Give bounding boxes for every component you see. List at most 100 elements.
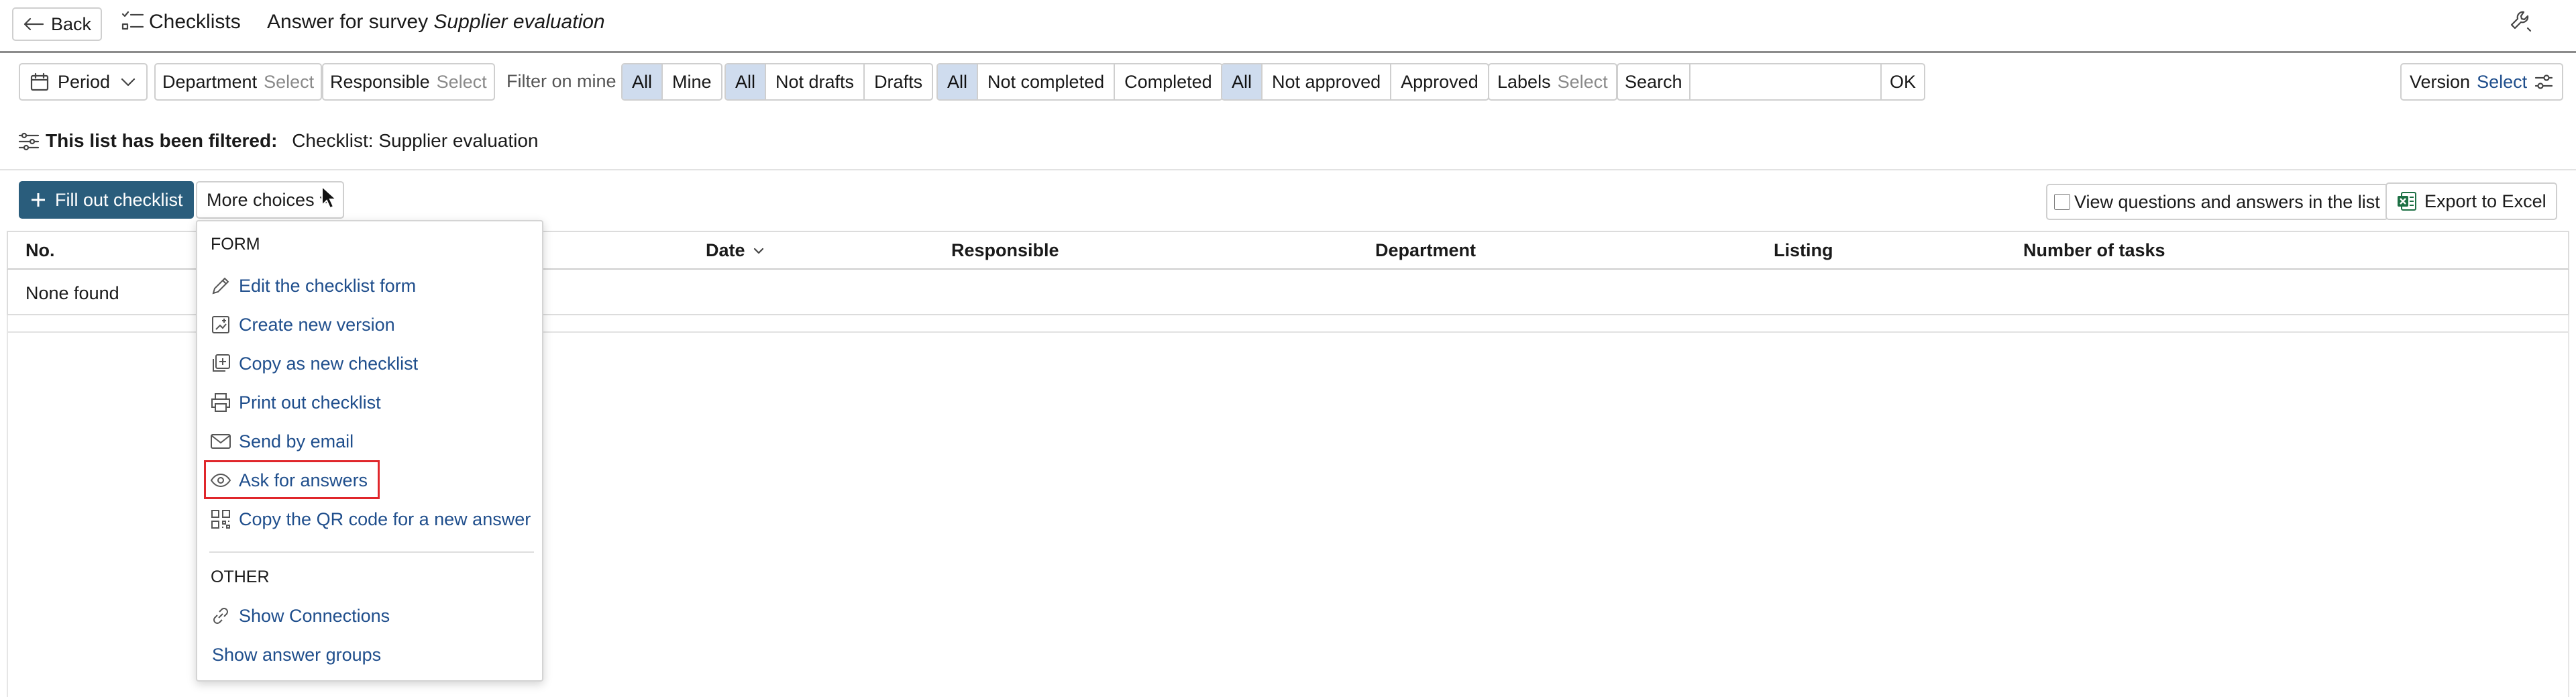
back-button[interactable]: Back (12, 7, 103, 41)
menu-item-send-email[interactable]: Send by email (209, 427, 354, 456)
approved-option[interactable]: Approved (1390, 64, 1488, 99)
search-input[interactable] (1690, 64, 1880, 99)
highlight-box (204, 460, 380, 499)
completed-all-option[interactable]: All (938, 64, 977, 99)
page-title-prefix: Answer for survey (267, 11, 429, 33)
menu-other-header: OTHER (211, 568, 270, 586)
menu-item-show-answer-groups[interactable]: Show answer groups (212, 640, 381, 669)
view-qa-checkbox[interactable] (2054, 194, 2070, 210)
filter-sliders-icon (18, 132, 40, 151)
column-header-department[interactable]: Department (1375, 240, 1476, 261)
mine-filter-group: All Mine (621, 63, 722, 101)
menu-item-label: Edit the checklist form (239, 275, 417, 296)
search-label: Search (1618, 64, 1690, 99)
filter-notice: This list has been filtered: Checklist: … (46, 130, 539, 152)
chevron-down-icon (121, 78, 136, 87)
responsible-label: Responsible (330, 71, 430, 92)
department-label: Department (162, 71, 258, 92)
completed-option[interactable]: Completed (1114, 64, 1222, 99)
new-version-icon (212, 316, 229, 333)
drafts-option[interactable]: Drafts (863, 64, 932, 99)
completed-filter-group: All Not completed Completed (936, 63, 1223, 101)
column-header-number-of-tasks[interactable]: Number of tasks (2023, 240, 2165, 261)
column-header-date-label: Date (706, 240, 745, 260)
page-left-border (7, 315, 8, 697)
menu-item-create-version[interactable]: Create new version (209, 310, 395, 339)
export-label: Export to Excel (2424, 191, 2546, 211)
period-dropdown[interactable]: Period (19, 63, 148, 101)
department-value: Select (264, 71, 315, 92)
mine-option[interactable]: Mine (661, 64, 721, 99)
plus-icon (32, 193, 45, 207)
module-label[interactable]: Checklists (149, 11, 241, 34)
copy-icon (213, 354, 230, 372)
search-ok-button[interactable]: OK (1880, 64, 1924, 99)
search-group: Search OK (1617, 63, 1925, 101)
menu-divider (209, 551, 534, 553)
column-header-date[interactable]: Date (706, 240, 765, 261)
empty-text: None found (25, 283, 119, 303)
menu-item-edit-form[interactable]: Edit the checklist form (209, 271, 416, 301)
notice-divider (0, 169, 2576, 170)
menu-item-label: Send by email (239, 431, 354, 451)
menu-item-label: Copy as new checklist (239, 353, 419, 374)
not-completed-option[interactable]: Not completed (977, 64, 1114, 99)
view-qa-toggle[interactable]: View questions and answers in the list (2046, 184, 2388, 220)
arrow-left-icon (23, 17, 44, 31)
menu-item-copy-checklist[interactable]: Copy as new checklist (209, 349, 418, 378)
version-label: Version (2410, 71, 2471, 92)
menu-item-label: Show answer groups (212, 644, 382, 665)
column-header-no[interactable]: No. (25, 240, 55, 261)
fill-out-label: Fill out checklist (55, 189, 183, 210)
mine-all-option[interactable]: All (623, 64, 662, 99)
department-filter[interactable]: Department Select (154, 63, 323, 101)
more-choices-label: More choices (207, 189, 315, 210)
version-filter[interactable]: Version Select (2400, 63, 2564, 101)
column-header-responsible[interactable]: Responsible (951, 240, 1059, 261)
menu-item-label: Copy the QR code for a new answer (239, 508, 531, 529)
export-excel-button[interactable]: Export to Excel (2385, 182, 2557, 220)
filter-on-mine-label: Filter on mine (506, 71, 616, 91)
responsible-value: Select (436, 71, 487, 92)
menu-item-label: Print out checklist (239, 392, 381, 413)
qr-code-icon (211, 510, 230, 529)
responsible-filter[interactable]: Responsible Select (322, 63, 495, 101)
excel-icon (2398, 192, 2416, 211)
menu-item-copy-qr-code[interactable]: Copy the QR code for a new answer (209, 504, 531, 534)
column-header-listing[interactable]: Listing (1774, 240, 1833, 261)
approved-filter-group: All Not approved Approved (1221, 63, 1489, 101)
drafts-all-option[interactable]: All (726, 64, 765, 99)
calendar-icon (30, 72, 49, 91)
back-label: Back (51, 13, 92, 34)
link-icon (213, 608, 228, 624)
menu-item-print[interactable]: Print out checklist (209, 388, 381, 417)
version-value: Select (2477, 71, 2528, 92)
filter-notice-label: This list has been filtered: (46, 130, 278, 151)
email-icon (211, 434, 231, 449)
mouse-cursor-icon (321, 185, 337, 209)
page-right-border (2568, 315, 2569, 697)
menu-item-label: Show Connections (239, 605, 390, 626)
sort-chevron-icon (753, 248, 764, 254)
approved-all-option[interactable]: All (1222, 64, 1262, 99)
labels-value: Select (1557, 71, 1608, 92)
menu-item-show-connections[interactable]: Show Connections (209, 601, 390, 631)
menu-item-label: Create new version (239, 314, 395, 335)
menu-form-header: FORM (211, 235, 260, 254)
labels-filter[interactable]: Labels Select (1488, 63, 1617, 101)
pencil-icon (212, 277, 229, 294)
wrench-icon[interactable] (2509, 9, 2533, 34)
view-qa-label: View questions and answers in the list (2074, 191, 2380, 212)
drafts-filter-group: All Not drafts Drafts (724, 63, 934, 101)
filter-notice-value: Checklist: Supplier evaluation (292, 130, 539, 151)
header-divider (0, 51, 2576, 53)
page-title-survey: Supplier evaluation (433, 11, 605, 33)
page-title: Answer for survey Supplier evaluation (267, 11, 605, 34)
not-drafts-option[interactable]: Not drafts (765, 64, 863, 99)
not-approved-option[interactable]: Not approved (1261, 64, 1390, 99)
checklist-icon (121, 11, 144, 30)
labels-label: Labels (1497, 71, 1551, 92)
fill-out-checklist-button[interactable]: Fill out checklist (19, 181, 194, 219)
period-label: Period (58, 71, 111, 92)
printer-icon (211, 393, 230, 412)
